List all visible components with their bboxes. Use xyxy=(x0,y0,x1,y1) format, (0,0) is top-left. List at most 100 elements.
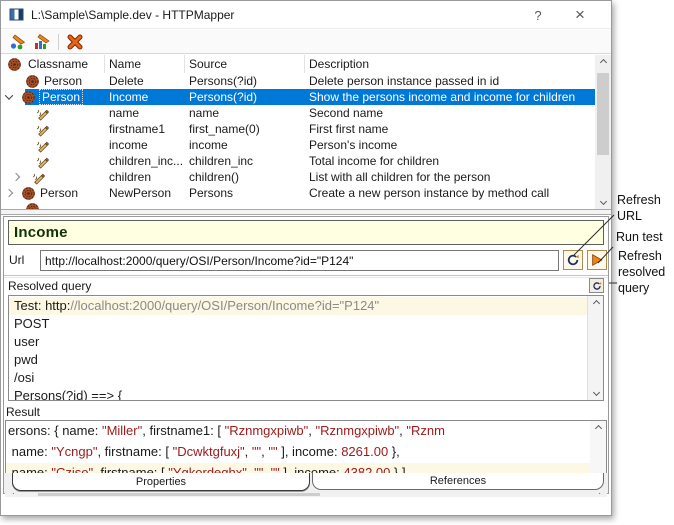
header-label: Name xyxy=(109,57,141,71)
help-button[interactable]: ? xyxy=(517,1,559,29)
code-segment: }, xyxy=(388,444,400,459)
description-cell: Second name xyxy=(305,106,595,120)
code-segment: Test: http: xyxy=(14,298,70,313)
header-source[interactable]: Source xyxy=(185,55,305,73)
bottom-tab-bar: Properties References xyxy=(4,473,608,493)
table-row[interactable]: PersonDeletePersons(?id)Delete person in… xyxy=(1,73,595,89)
result-line: name: "Ycngp", firstname: [ "Dcwktgfuxj"… xyxy=(6,442,590,463)
classname-cell xyxy=(1,137,105,153)
table-row[interactable]: children_inc...children_incTotal income … xyxy=(1,153,595,169)
resolved-vertical-scrollbar[interactable] xyxy=(587,296,603,400)
window-title: L:\Sample\Sample.dev - HTTPMapper xyxy=(31,8,234,22)
code-segment: "Rznmgxpiwb" xyxy=(316,423,400,438)
expander-spacer xyxy=(1,201,17,209)
annotation-refresh-url: Refresh URL xyxy=(617,192,671,224)
classname-cell xyxy=(1,105,105,121)
table-row[interactable] xyxy=(1,201,595,209)
class-icon xyxy=(7,57,22,72)
scroll-up-arrow[interactable] xyxy=(595,55,611,70)
table-row[interactable]: namenameSecond name xyxy=(1,105,595,121)
class-icon xyxy=(21,186,36,201)
name-cell: firstname1 xyxy=(105,122,185,136)
mapping-title-text: Income xyxy=(14,224,68,241)
code-segment: "Miller" xyxy=(102,423,142,438)
mapping-table: Classname Name Source Description Person… xyxy=(1,55,595,209)
window-controls: ? × xyxy=(517,1,601,29)
result-vertical-scrollbar[interactable] xyxy=(590,421,606,481)
chevron-right-icon[interactable] xyxy=(1,185,17,201)
delete-x-icon[interactable] xyxy=(66,33,84,51)
header-description[interactable]: Description xyxy=(305,55,595,73)
classname-text: Person xyxy=(40,90,82,104)
scrollbar-thumb[interactable] xyxy=(597,73,609,155)
scroll-up-arrow[interactable] xyxy=(588,296,604,311)
description-cell: Show the persons income and income for c… xyxy=(305,90,595,104)
table-row[interactable]: PersonNewPersonPersonsCreate a new perso… xyxy=(1,185,595,201)
source-cell: Persons(?id) xyxy=(185,74,305,88)
table-body: PersonDeletePersons(?id)Delete person in… xyxy=(1,73,595,209)
close-button[interactable]: × xyxy=(559,1,601,29)
splitter-handle[interactable] xyxy=(1,209,611,215)
table-row[interactable]: PersonIncomePersons(?id)Show the persons… xyxy=(1,89,595,105)
table-row[interactable]: incomeincomePerson's income xyxy=(1,137,595,153)
scroll-up-arrow[interactable] xyxy=(590,421,606,436)
resolved-query-line: POST xyxy=(9,315,587,333)
name-cell: children xyxy=(105,170,185,184)
source-cell: first_name(0) xyxy=(185,122,305,136)
screenshot-stage: L:\Sample\Sample.dev - HTTPMapper ? × xyxy=(0,0,674,525)
code-segment: , firstname1: [ xyxy=(142,423,224,438)
name-cell: Delete xyxy=(105,74,185,88)
toolbar-separator xyxy=(58,34,59,50)
source-cell: Persons xyxy=(185,186,305,200)
tab-references[interactable]: References xyxy=(312,473,604,490)
name-cell: income xyxy=(105,138,185,152)
code-segment: "Rznmgxpiwb" xyxy=(225,423,309,438)
header-label: Source xyxy=(189,57,227,71)
annotation-refresh-resolved-query: Refresh resolved query xyxy=(618,248,674,296)
code-segment: Persons(?id) ==> { xyxy=(14,388,122,401)
toolbar xyxy=(1,30,611,54)
attribute-hand-icon xyxy=(35,154,50,169)
header-classname[interactable]: Classname xyxy=(1,55,105,73)
chevron-down-icon[interactable] xyxy=(1,89,17,105)
table-vertical-scrollbar[interactable] xyxy=(595,55,611,209)
attribute-hand-icon xyxy=(31,170,46,185)
table-header[interactable]: Classname Name Source Description xyxy=(1,55,595,73)
classname-cell xyxy=(1,201,105,209)
code-segment: "Ycngp" xyxy=(51,444,97,459)
classname-cell: Person xyxy=(1,185,105,201)
chevron-right-icon[interactable] xyxy=(1,169,31,185)
name-cell: name xyxy=(105,106,185,120)
map-chart-icon[interactable] xyxy=(33,33,51,51)
header-name[interactable]: Name xyxy=(105,55,185,73)
code-segment: "" xyxy=(268,444,277,459)
title-bar[interactable]: L:\Sample\Sample.dev - HTTPMapper ? × xyxy=(1,1,611,29)
code-segment: "" xyxy=(252,444,261,459)
table-row[interactable]: childrenchildren()List with all children… xyxy=(1,169,595,185)
resolved-query-line: pwd xyxy=(9,351,587,369)
classname-cell: Person xyxy=(1,73,105,89)
url-input[interactable] xyxy=(40,250,559,271)
attribute-hand-icon xyxy=(35,106,50,121)
code-segment: , xyxy=(245,444,252,459)
resolved-query-box[interactable]: Test: http://localhost:2000/query/OSI/Pe… xyxy=(8,295,604,401)
class-icon xyxy=(25,202,40,210)
refresh-resolved-query-button[interactable] xyxy=(589,278,604,293)
map-person-icon[interactable] xyxy=(9,33,27,51)
tab-properties[interactable]: Properties xyxy=(12,473,310,491)
source-cell: income xyxy=(185,138,305,152)
refresh-url-button[interactable] xyxy=(563,250,583,270)
name-cell: NewPerson xyxy=(105,186,185,200)
annotation-run-test: Run test xyxy=(616,229,674,245)
classname-text: Person xyxy=(40,186,78,200)
attribute-hand-icon xyxy=(35,138,50,153)
result-line: ersons: { name: "Miller", firstname1: [ … xyxy=(6,421,590,442)
resolved-query-content: Test: http://localhost:2000/query/OSI/Pe… xyxy=(9,297,587,401)
table-row[interactable]: firstname1first_name(0)First first name xyxy=(1,121,595,137)
run-test-button[interactable] xyxy=(587,250,607,270)
expander-spacer xyxy=(1,137,35,153)
scroll-down-arrow[interactable] xyxy=(595,194,611,209)
scroll-down-arrow[interactable] xyxy=(588,385,604,400)
result-label: Result xyxy=(6,405,40,419)
resolved-query-line: Persons(?id) ==> { xyxy=(9,387,587,401)
